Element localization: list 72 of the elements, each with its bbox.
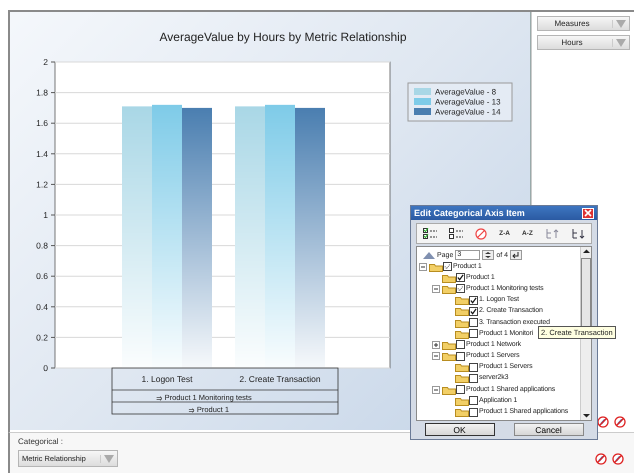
chart-title: AverageValue by Hours by Metric Relationship	[160, 30, 406, 44]
checkbox[interactable]	[469, 318, 478, 328]
checkbox[interactable]	[469, 362, 478, 372]
checkbox[interactable]	[469, 306, 478, 316]
legend-label: AverageValue - 8	[435, 88, 496, 96]
folder-icon	[455, 295, 469, 306]
dropdown-arrow-icon	[612, 38, 626, 46]
legend-label: AverageValue - 13	[435, 98, 501, 106]
y-tick-label: 0.4	[36, 302, 48, 312]
checkbox[interactable]	[443, 262, 452, 272]
category-label: 2. Create Transaction	[239, 374, 321, 384]
list-icon[interactable]	[449, 228, 464, 240]
scroll-down-icon[interactable]	[582, 411, 590, 420]
legend-swatch	[414, 88, 431, 95]
folder-icon	[455, 407, 469, 418]
dialog-button[interactable]: OK	[424, 423, 494, 436]
checkbox[interactable]	[456, 273, 465, 282]
folder-icon	[455, 362, 469, 372]
dialog-title: Edit Categorical Axis Item	[414, 208, 525, 218]
tree-down-icon[interactable]	[570, 228, 585, 240]
dropdown-arrow-icon	[612, 20, 626, 28]
y-tick-label: 0.6	[36, 271, 48, 282]
folder-icon	[442, 272, 456, 283]
folder-icon	[455, 373, 469, 384]
dropdown-arrow-icon	[100, 454, 114, 462]
checkbox[interactable]	[469, 329, 478, 338]
y-tick-label: 0	[43, 363, 48, 373]
spinner-icon[interactable]	[482, 250, 494, 260]
close-icon	[584, 209, 592, 217]
category-label: 1. Logon Test	[142, 374, 192, 384]
folder-icon	[455, 306, 469, 316]
y-tick-label: 1.8	[36, 88, 48, 98]
dialog-button[interactable]: Cancel	[514, 423, 584, 436]
folder-icon	[455, 318, 469, 328]
categorical-label: Categorical :	[18, 437, 64, 446]
folder-icon	[442, 351, 456, 362]
axis-field-dropdown[interactable]: Hours	[537, 35, 630, 50]
legend-label: AverageValue - 14	[435, 108, 501, 116]
checkbox[interactable]	[456, 340, 465, 350]
folder-icon	[442, 384, 456, 395]
folder-icon	[455, 396, 469, 406]
checkbox[interactable]	[469, 396, 478, 406]
prohibited-icon[interactable]	[614, 416, 626, 428]
checkbox[interactable]	[456, 352, 465, 361]
checkbox[interactable]	[469, 296, 478, 305]
y-tick-label: 0.8	[36, 240, 48, 251]
prohibited-icon[interactable]	[612, 452, 624, 464]
y-tick-label: 1.4	[36, 148, 48, 159]
expand-icon[interactable]	[432, 340, 440, 349]
checkbox[interactable]	[456, 385, 465, 394]
checkbox[interactable]	[469, 408, 478, 417]
prohibited-icon[interactable]	[595, 452, 607, 464]
y-tick-label: 1.2	[36, 179, 48, 190]
folder-icon	[429, 262, 443, 272]
scroll-up-icon[interactable]	[582, 247, 590, 256]
y-tick-label: 2	[43, 57, 48, 67]
legend-swatch	[414, 108, 431, 115]
axis-field-dropdown[interactable]: Measures	[537, 16, 630, 31]
folder-icon	[455, 328, 469, 339]
enter-icon[interactable]	[510, 250, 522, 260]
check-list-icon[interactable]	[423, 228, 438, 240]
prohibited-icon[interactable]	[475, 228, 488, 240]
tree-up-icon[interactable]	[544, 228, 559, 240]
y-tick-label: 1.6	[36, 118, 48, 128]
close-button[interactable]	[582, 208, 594, 218]
y-tick-label: 0.2	[36, 332, 48, 342]
folder-icon	[442, 340, 456, 350]
folder-icon	[442, 284, 456, 294]
y-tick-label: 1	[43, 210, 48, 220]
checkbox[interactable]	[456, 284, 465, 294]
checkbox[interactable]	[469, 374, 478, 383]
legend-swatch	[414, 98, 431, 105]
